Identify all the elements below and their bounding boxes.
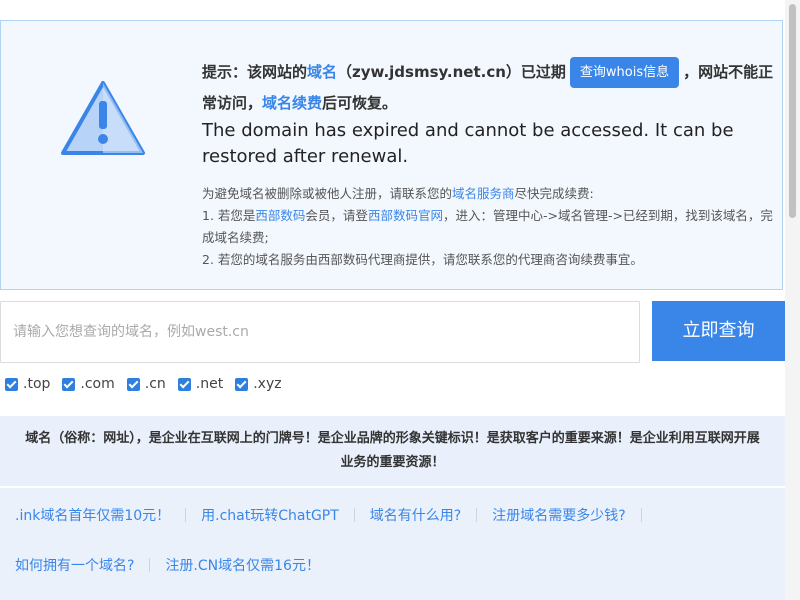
warning-icon <box>61 81 145 155</box>
tip-2-mid: 会员，请登 <box>305 208 368 223</box>
domain-link[interactable]: 域名 <box>307 63 337 81</box>
promo-link-chat[interactable]: 用.chat玩转ChatGPT <box>201 505 339 525</box>
tld-label: .net <box>195 376 224 392</box>
checkbox-checked-icon[interactable] <box>126 377 140 391</box>
tip-line-3: 2. 若您的域名服务由西部数码代理商提供，请您联系您的代理商咨询续费事宜。 <box>202 252 643 267</box>
expired-notice: 提示：该网站的域名（zyw.jdsmsy.net.cn）已过期 查询whois信息… <box>0 20 783 290</box>
promo-link-domain-cost[interactable]: 注册域名需要多少钱? <box>492 505 625 525</box>
links-row-1: .ink域名首年仅需10元！ 用.chat玩转ChatGPT 域名有什么用? 注… <box>15 505 657 525</box>
checkbox-checked-icon[interactable] <box>5 377 18 391</box>
notice-text: 提示：该网站的域名（zyw.jdsmsy.net.cn）已过期 查询whois信息… <box>202 57 780 271</box>
tip-line-2: 1. 若您是西部数码会员，请登西部数码官网，进入：管理中心->域名管理->已经到… <box>202 205 780 249</box>
links-row-2: 如何拥有一个域名? 注册.CN域名仅需16元！ <box>15 555 320 575</box>
tld-label: .xyz <box>253 376 282 392</box>
notice-en: The domain has expired and cannot be acc… <box>202 120 734 167</box>
promo-link-domain-use[interactable]: 域名有什么用? <box>370 505 461 525</box>
checkbox-checked-icon[interactable] <box>62 377 76 391</box>
promo-link-own-domain[interactable]: 如何拥有一个域名? <box>15 555 134 575</box>
whois-button[interactable]: 查询whois信息 <box>569 57 680 88</box>
divider <box>640 508 642 522</box>
domain-intro: 域名（俗称：网址），是企业在互联网上的门牌号！是企业品牌的形象关键标识！是获取客… <box>0 416 785 486</box>
provider-link[interactable]: 域名服务商 <box>452 186 515 201</box>
promo-link-cn[interactable]: 注册.CN域名仅需16元！ <box>165 555 320 575</box>
checkbox-checked-icon[interactable] <box>235 377 249 391</box>
tip-1-text: 为避免域名被删除或被他人注册，请联系您的 <box>202 186 453 201</box>
divider <box>149 558 151 572</box>
tip-1-tail: 尽快完成续费: <box>514 186 594 201</box>
tld-xyz[interactable]: .xyz <box>235 376 282 392</box>
tip-line-1: 为避免域名被删除或被他人注册，请联系您的域名服务商尽快完成续费: <box>202 183 780 205</box>
tip-2-text: 1. 若您是 <box>202 208 256 223</box>
west-link[interactable]: 西部数码 <box>255 208 305 223</box>
west-site-link[interactable]: 西部数码官网 <box>368 208 443 223</box>
tld-label: .cn <box>144 376 166 392</box>
tld-options: .top .com .cn .net .xyz <box>5 373 294 395</box>
tld-top[interactable]: .top <box>5 376 50 392</box>
scrollbar-thumb[interactable] <box>789 4 796 218</box>
tld-label: .com <box>80 376 115 392</box>
tld-com[interactable]: .com <box>62 376 115 392</box>
search-button[interactable]: 立即查询 <box>652 301 785 361</box>
divider <box>185 508 187 522</box>
checkbox-checked-icon[interactable] <box>177 377 191 391</box>
tld-cn[interactable]: .cn <box>126 376 166 392</box>
tld-net[interactable]: .net <box>177 376 224 392</box>
vertical-scrollbar[interactable] <box>785 0 800 600</box>
renew-link[interactable]: 域名续费 <box>262 94 322 112</box>
notice-zh: 提示：该网站的域名（zyw.jdsmsy.net.cn）已过期 查询whois信息… <box>202 57 780 118</box>
notice-zh-domain: （zyw.jdsmsy.net.cn）已过期 <box>337 63 566 81</box>
divider <box>476 508 478 522</box>
tld-label: .top <box>23 376 51 392</box>
divider <box>353 508 355 522</box>
page: 提示：该网站的域名（zyw.jdsmsy.net.cn）已过期 查询whois信息… <box>0 0 785 600</box>
promo-links: .ink域名首年仅需10元！ 用.chat玩转ChatGPT 域名有什么用? 注… <box>0 488 785 600</box>
notice-zh-part4: 后可恢复。 <box>322 94 398 112</box>
renewal-tips: 为避免域名被删除或被他人注册，请联系您的域名服务商尽快完成续费: 1. 若您是西… <box>202 183 780 271</box>
domain-search-input[interactable] <box>0 301 640 363</box>
promo-link-ink[interactable]: .ink域名首年仅需10元！ <box>15 505 170 525</box>
notice-zh-part1: 提示：该网站的 <box>202 63 308 81</box>
